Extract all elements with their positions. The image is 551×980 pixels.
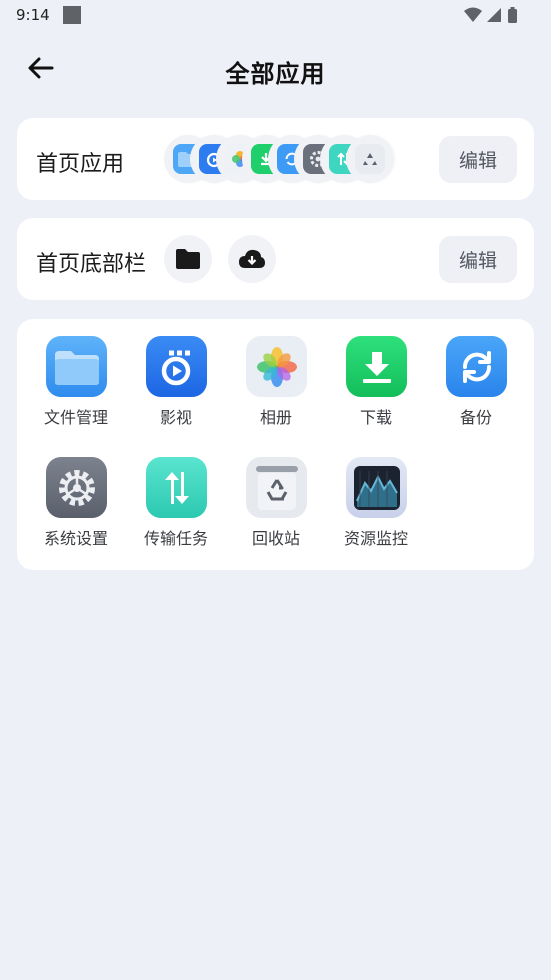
- status-time: 9:14: [16, 6, 50, 24]
- bottom-bar-edit-button[interactable]: 编辑: [439, 236, 517, 283]
- app-label: 回收站: [251, 529, 300, 548]
- status-indicators: [463, 6, 537, 24]
- file-manager-icon: [46, 336, 107, 397]
- app-photos[interactable]: 相册: [226, 336, 326, 446]
- app-label: 影视: [159, 408, 192, 427]
- home-apps-edit-button[interactable]: 编辑: [439, 136, 517, 183]
- app-label: 资源监控: [343, 529, 408, 548]
- app-label: 系统设置: [43, 529, 108, 548]
- app-video[interactable]: 影视: [126, 336, 226, 446]
- app-label: 下载: [359, 408, 392, 427]
- app-recycle-bin[interactable]: 回收站: [226, 457, 326, 567]
- bottom-bar-label: 首页底部栏: [36, 252, 147, 277]
- download-icon: [346, 336, 407, 397]
- page-title: 全部应用: [225, 60, 326, 88]
- video-icon: [146, 336, 207, 397]
- app-resource-monitor[interactable]: 资源监控: [326, 457, 426, 567]
- folder-icon: [164, 235, 212, 283]
- wifi-icon: [464, 7, 482, 22]
- app-download[interactable]: 下载: [326, 336, 426, 446]
- app-label: 文件管理: [43, 408, 108, 427]
- app-label: 备份: [459, 408, 492, 427]
- app-settings[interactable]: 系统设置: [26, 457, 126, 567]
- app-bar: 全部应用: [0, 40, 551, 96]
- notification-icon: [63, 6, 81, 24]
- status-bar: 9:14: [0, 0, 551, 32]
- recycle-bin-icon: [246, 457, 307, 518]
- bottom-bar-card: 首页底部栏 编辑: [17, 218, 534, 300]
- home-apps-card: 首页应用 编辑: [17, 118, 534, 200]
- backup-icon: [446, 336, 507, 397]
- all-apps-grid: 文件管理 影视 相册 下载 备份 系统设置 传输任务 回收站 资源监控: [17, 319, 534, 570]
- battery-icon: [508, 7, 517, 23]
- recycle-bin-icon: [346, 135, 394, 183]
- app-backup[interactable]: 备份: [426, 336, 526, 446]
- settings-icon: [46, 457, 107, 518]
- home-apps-icon-strip: [164, 135, 398, 183]
- app-transfer[interactable]: 传输任务: [126, 457, 226, 567]
- transfer-icon: [146, 457, 207, 518]
- signal-icon: [487, 8, 501, 22]
- cloud-download-icon: [228, 235, 276, 283]
- app-label: 传输任务: [143, 529, 208, 548]
- resource-monitor-icon: [346, 457, 407, 518]
- app-label: 相册: [259, 408, 292, 427]
- photos-icon: [246, 336, 307, 397]
- home-apps-label: 首页应用: [36, 152, 125, 177]
- app-file-manager[interactable]: 文件管理: [26, 336, 126, 446]
